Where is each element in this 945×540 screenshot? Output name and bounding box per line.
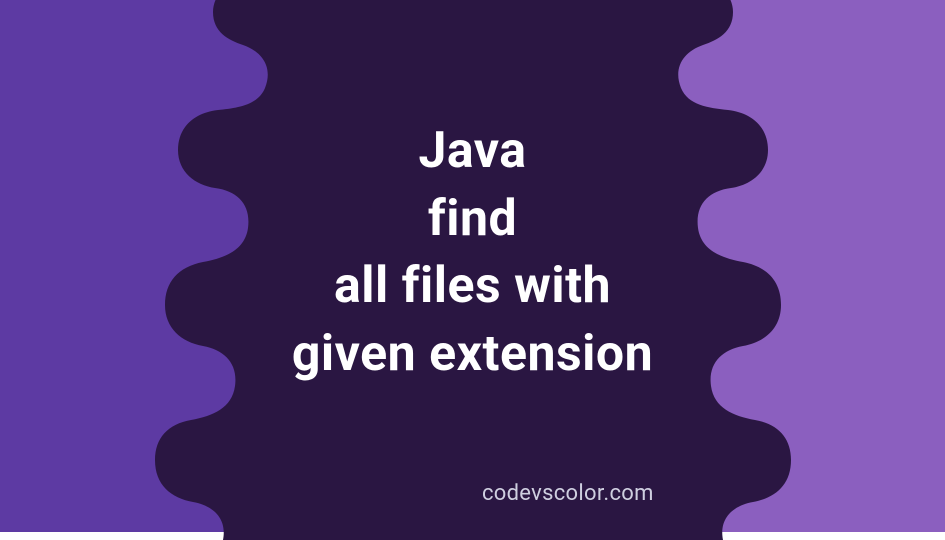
title-line-4: given extension xyxy=(0,321,945,389)
site-watermark: codevscolor.com xyxy=(482,481,654,506)
title-line-2: find xyxy=(0,186,945,254)
title-line-1: Java xyxy=(0,118,945,186)
hero-title: Java find all files with given extension xyxy=(0,118,945,388)
hero-banner: Java find all files with given extension… xyxy=(0,0,945,532)
title-line-3: all files with xyxy=(0,253,945,321)
